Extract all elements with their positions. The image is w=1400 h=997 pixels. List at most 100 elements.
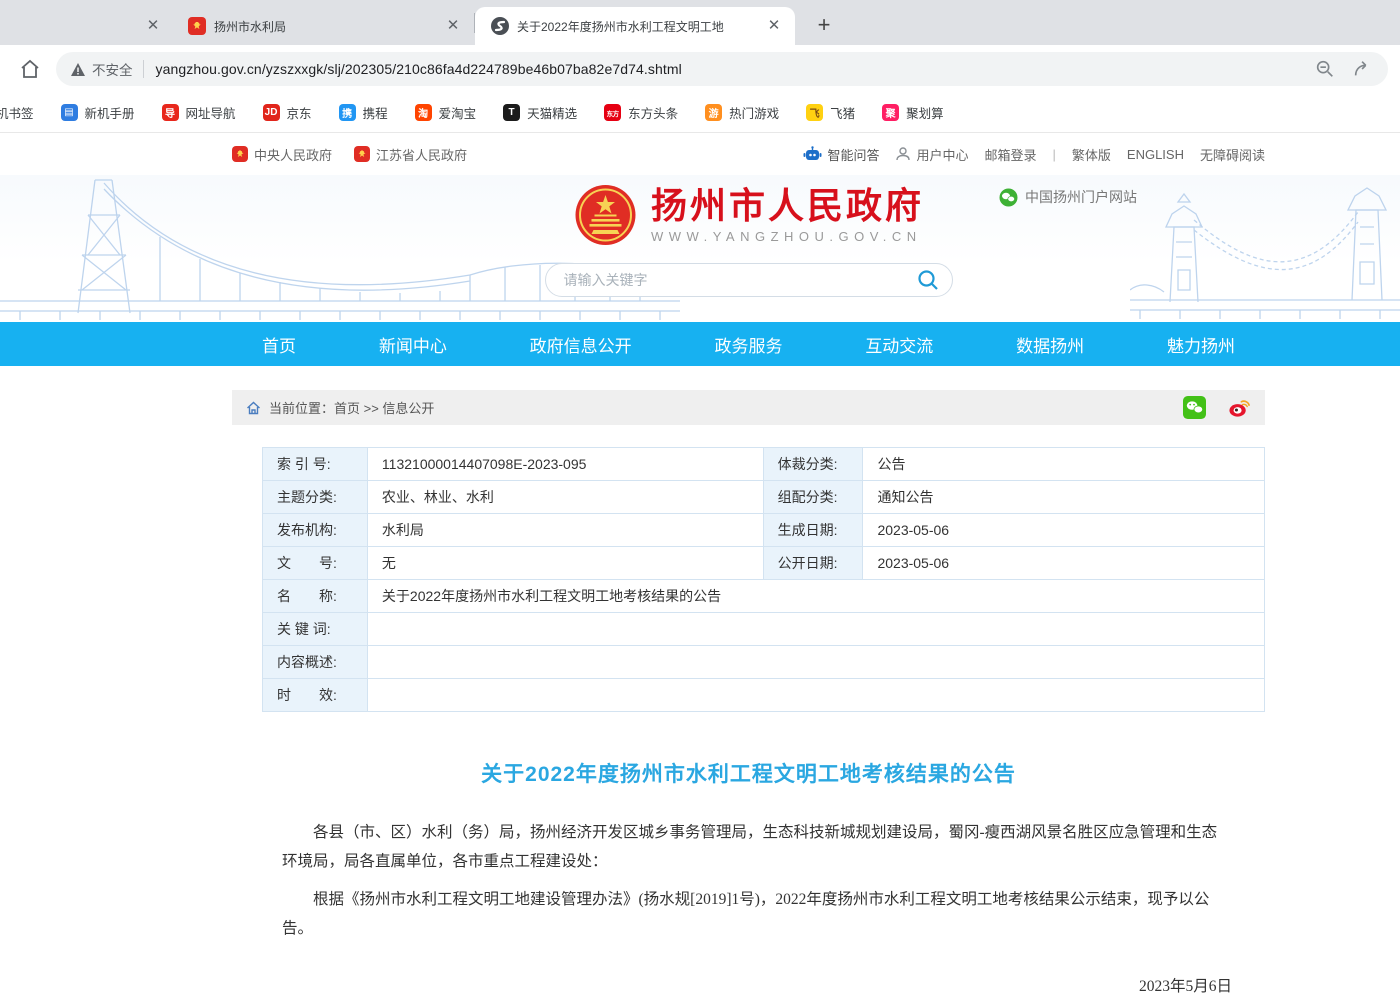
nav-item-home[interactable]: 首页 [262, 332, 296, 357]
address-divider [143, 60, 144, 78]
breadcrumb-path[interactable]: 首页 >> 信息公开 [334, 398, 434, 417]
bookmark-favicon-icon: 飞 [806, 104, 823, 121]
table-row: 主题分类: 农业、林业、水利 组配分类: 通知公告 [263, 481, 1265, 514]
meta-value: 水利局 [367, 514, 763, 547]
article-date: 2023年5月6日 [282, 972, 1232, 997]
bookmark-item[interactable]: 东方 东方头条 [604, 103, 678, 122]
security-label[interactable]: 不安全 [92, 59, 133, 79]
home-icon[interactable] [18, 57, 42, 81]
bookmark-item[interactable]: 聚 聚划算 [882, 103, 944, 122]
site-search-box[interactable] [545, 263, 953, 297]
meta-label: 关 键 词: [263, 613, 368, 646]
meta-value [367, 613, 1264, 646]
meta-label: 公开日期: [763, 547, 863, 580]
meta-label: 文 号: [263, 547, 368, 580]
site-title: 扬州市人民政府 [651, 186, 924, 226]
site-utility-bar: ★ 中央人民政府 ★ 江苏省人民政府 智能问答 [0, 133, 1400, 175]
tab-leftmost-partial[interactable]: ✕ [0, 7, 172, 45]
page-content: 当前位置： 首页 >> 信息公开 索 [232, 390, 1265, 997]
zoom-out-icon[interactable] [1314, 58, 1336, 80]
meta-value: 关于2022年度扬州市水利工程文明工地考核结果的公告 [367, 580, 1264, 613]
bookmark-item[interactable]: JD 京东 [263, 103, 312, 122]
table-row: 索 引 号: 11321000014407098E-2023-095 体裁分类:… [263, 448, 1265, 481]
accessibility-link[interactable]: 无障碍阅读 [1200, 145, 1265, 164]
bookmark-favicon-icon: T [503, 104, 520, 121]
wechat-icon [999, 188, 1018, 207]
weibo-share-icon[interactable] [1228, 396, 1251, 419]
bookmark-label: 携程 [363, 103, 388, 122]
portal-label[interactable]: 中国扬州门户网站 [999, 187, 1137, 207]
meta-label: 发布机构: [263, 514, 368, 547]
wechat-share-icon[interactable] [1183, 396, 1206, 419]
table-row: 时 效: [263, 679, 1265, 712]
mail-login-link[interactable]: 邮箱登录 [984, 145, 1036, 164]
tab-title: 扬州市水利局 [214, 18, 442, 35]
nav-item-charm[interactable]: 魅力扬州 [1167, 332, 1235, 357]
bookmark-label: 天猫精选 [527, 103, 577, 122]
browser-toolbar: 不安全 yangzhou.gov.cn/yzszxxgk/slj/202305/… [0, 45, 1400, 93]
robot-icon [803, 146, 822, 163]
nav-item-news[interactable]: 新闻中心 [379, 332, 447, 357]
bookmark-item[interactable]: ▤ 新机手册 [61, 103, 135, 122]
meta-label: 索 引 号: [263, 448, 368, 481]
bookmark-item[interactable]: 游 热门游戏 [705, 103, 779, 122]
bookmark-item[interactable]: 导 网址导航 [162, 103, 236, 122]
english-version-link[interactable]: ENGLISH [1127, 147, 1184, 162]
table-row: 关 键 词: [263, 613, 1265, 646]
meta-label: 内容概述: [263, 646, 368, 679]
link-central-gov[interactable]: ★ 中央人民政府 [232, 145, 332, 164]
table-row: 内容概述: [263, 646, 1265, 679]
address-bar[interactable]: 不安全 yangzhou.gov.cn/yzszxxgk/slj/202305/… [56, 52, 1388, 86]
bookmark-label: 新机手册 [85, 103, 135, 122]
bookmark-label: 京东 [287, 103, 312, 122]
meta-value: 11321000014407098E-2023-095 [367, 448, 763, 481]
bookmark-item[interactable]: 飞 飞猪 [806, 103, 855, 122]
site-url-text: WWW.YANGZHOU.GOV.CN [651, 229, 924, 244]
share-icon[interactable] [1352, 58, 1374, 80]
gov-emblem-favicon-icon: ★ [188, 17, 206, 35]
close-icon[interactable]: ✕ [442, 15, 464, 37]
meta-value: 2023-05-06 [863, 547, 1265, 580]
meta-label: 生成日期: [763, 514, 863, 547]
meta-value [367, 679, 1264, 712]
article-body: 各县（市、区）水利（务）局，扬州经济开发区城乡事务管理局，生态科技新城规划建设局… [232, 788, 1265, 997]
breadcrumb-home-icon[interactable] [246, 401, 261, 415]
bookmark-item[interactable]: 淘 爱淘宝 [415, 103, 477, 122]
bookmark-label: 爱淘宝 [439, 103, 477, 122]
meta-label: 主题分类: [263, 481, 368, 514]
bookmark-label: 机书签 [0, 103, 34, 122]
gov-emblem-icon: ★ [354, 146, 370, 162]
user-center-link[interactable]: 用户中心 [895, 145, 968, 164]
nav-item-data[interactable]: 数据扬州 [1016, 332, 1084, 357]
link-jiangsu-gov[interactable]: ★ 江苏省人民政府 [354, 145, 467, 164]
search-icon[interactable] [916, 268, 940, 292]
nav-item-info-disclosure[interactable]: 政府信息公开 [530, 332, 632, 357]
search-input[interactable] [564, 272, 916, 288]
bookmark-item[interactable]: 机书签 [0, 103, 34, 122]
link-label: 江苏省人民政府 [376, 145, 467, 164]
tab-active-announcement[interactable]: 关于2022年度扬州市水利工程文明工地 ✕ [475, 7, 795, 45]
portal-label-text: 中国扬州门户网站 [1025, 187, 1137, 207]
traditional-version-link[interactable]: 繁体版 [1072, 145, 1111, 164]
close-icon[interactable]: ✕ [763, 15, 785, 37]
url-text[interactable]: yangzhou.gov.cn/yzszxxgk/slj/202305/210c… [156, 61, 682, 77]
table-row: 名 称: 关于2022年度扬州市水利工程文明工地考核结果的公告 [263, 580, 1265, 613]
close-icon[interactable]: ✕ [142, 15, 164, 37]
main-nav: 首页 新闻中心 政府信息公开 政务服务 互动交流 数据扬州 魅力扬州 [0, 322, 1400, 366]
meta-value [367, 646, 1264, 679]
smart-qa-label: 智能问答 [827, 145, 879, 164]
bookmark-item[interactable]: T 天猫精选 [503, 103, 577, 122]
nav-item-interaction[interactable]: 互动交流 [865, 332, 933, 357]
bookmark-favicon-icon: 导 [162, 104, 179, 121]
utility-divider: | [1053, 147, 1056, 162]
site-logo[interactable]: 扬州市人民政府 WWW.YANGZHOU.GOV.CN [573, 183, 924, 247]
meta-label: 名 称: [263, 580, 368, 613]
new-tab-button[interactable]: + [809, 11, 839, 41]
bookmark-item[interactable]: 携 携程 [339, 103, 388, 122]
smart-qa-link[interactable]: 智能问答 [803, 145, 879, 164]
bookmark-label: 东方头条 [628, 103, 678, 122]
tab-shuiliju[interactable]: ★ 扬州市水利局 ✕ [172, 7, 474, 45]
user-center-label: 用户中心 [916, 145, 968, 164]
meta-label: 组配分类: [763, 481, 863, 514]
nav-item-services[interactable]: 政务服务 [714, 332, 782, 357]
